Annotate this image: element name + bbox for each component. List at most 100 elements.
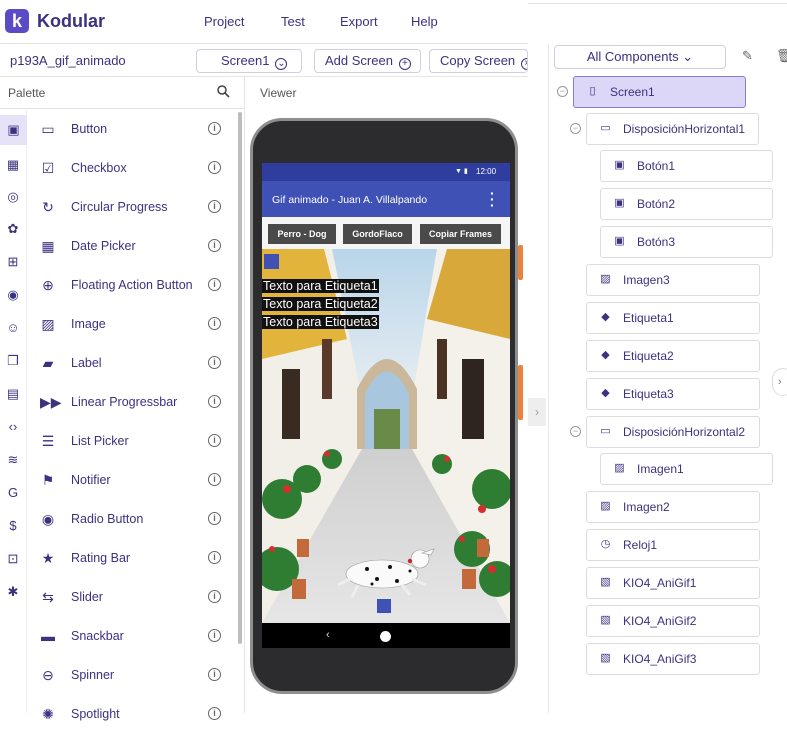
palette-item-image[interactable]: ▨ Image i	[28, 305, 238, 344]
phone-button-3[interactable]: Copiar Frames	[420, 224, 501, 244]
tree-node-reloj1[interactable]: ◷ Reloj1	[586, 529, 760, 561]
palette-item-label: Label	[71, 356, 102, 370]
tree-node-disposiciónhorizontal1[interactable]: ▭ DisposiciónHorizontal1	[586, 113, 759, 145]
palette-item-slider[interactable]: ⇆ Slider i	[28, 578, 238, 617]
category-google-icon[interactable]: G	[4, 484, 22, 502]
tree-node-etiqueta1[interactable]: ◆ Etiqueta1	[586, 302, 760, 334]
overflow-menu-icon[interactable]: · · ·	[490, 186, 495, 212]
collapse-toggle-icon[interactable]: −	[570, 426, 581, 437]
category-media-icon[interactable]: ◎	[4, 188, 22, 206]
menu-help[interactable]: Help	[411, 14, 438, 29]
tree-node-kio4_anigif3[interactable]: ▧ KIO4_AniGif3	[586, 643, 760, 675]
label-etiqueta3[interactable]: Texto para Etiqueta3	[262, 315, 379, 329]
info-icon[interactable]: i	[208, 434, 221, 447]
palette-item-radio-button[interactable]: ◉ Radio Button i	[28, 500, 238, 539]
tree-node-screen1[interactable]: ▯ Screen1	[573, 76, 746, 108]
edit-pencil-icon[interactable]: ✎	[742, 48, 753, 64]
label-etiqueta2[interactable]: Texto para Etiqueta2	[262, 297, 379, 311]
category-sensors-icon[interactable]: ◉	[4, 286, 22, 304]
tree-node-etiqueta2[interactable]: ◆ Etiqueta2	[586, 340, 760, 372]
menu-test[interactable]: Test	[281, 14, 305, 29]
all-components-dropdown[interactable]: All Components ⌄	[554, 45, 726, 69]
tree-node-etiqueta3[interactable]: ◆ Etiqueta3	[586, 378, 760, 410]
info-icon[interactable]: i	[208, 512, 221, 525]
tree-node-imagen1[interactable]: ▨ Imagen1	[600, 453, 773, 485]
back-icon[interactable]: ‹	[326, 629, 330, 641]
category-social-icon[interactable]: ☺	[4, 319, 22, 337]
expand-right-chevron-icon[interactable]: ›	[772, 368, 787, 396]
category-layout-icon[interactable]: ▦	[4, 156, 22, 174]
palette-item-rating-bar[interactable]: ★ Rating Bar i	[28, 539, 238, 578]
tree-node-kio4_anigif2[interactable]: ▧ KIO4_AniGif2	[586, 605, 760, 637]
info-icon[interactable]: i	[208, 356, 221, 369]
palette-item-spotlight[interactable]: ✺ Spotlight i	[28, 695, 238, 734]
info-icon[interactable]: i	[208, 551, 221, 564]
component-type-icon: ▧	[600, 652, 611, 664]
info-icon[interactable]: i	[208, 161, 221, 174]
phone-app-title: Gif animado - Juan A. Villalpando	[272, 194, 428, 206]
tree-node-disposiciónhorizontal2[interactable]: ▭ DisposiciónHorizontal2	[586, 416, 760, 448]
screen-select[interactable]: Screen1 ⌄	[196, 49, 302, 73]
category-connectivity-icon[interactable]: ≋	[4, 451, 22, 469]
info-icon[interactable]: i	[208, 122, 221, 135]
palette-item-label[interactable]: ▰ Label i	[28, 344, 238, 383]
phone-button-1[interactable]: Perro - Dog	[268, 224, 336, 244]
spinner-icon: ⊖	[42, 667, 54, 683]
palette-item-list-picker[interactable]: ☰ List Picker i	[28, 422, 238, 461]
collapse-toggle-icon[interactable]: −	[557, 86, 568, 97]
info-icon[interactable]: i	[208, 668, 221, 681]
tree-node-botón2[interactable]: ▣ Botón2	[600, 188, 773, 220]
category-extras-icon[interactable]: ⊡	[4, 550, 22, 568]
label-etiqueta1[interactable]: Texto para Etiqueta1	[262, 279, 379, 293]
category-maps-icon[interactable]: ⊞	[4, 253, 22, 271]
palette-item-circular-progress[interactable]: ↻ Circular Progress i	[28, 188, 238, 227]
copy-screen-button[interactable]: Copy Screen ×	[429, 49, 528, 73]
palette-item-floating-action-button[interactable]: ⊕ Floating Action Button i	[28, 266, 238, 305]
tree-node-imagen3[interactable]: ▨ Imagen3	[586, 264, 760, 296]
palette-item-linear-progressbar[interactable]: ▶▶ Linear Progressbar i	[28, 383, 238, 422]
info-icon[interactable]: i	[208, 473, 221, 486]
palette-item-notifier[interactable]: ⚑ Notifier i	[28, 461, 238, 500]
info-icon[interactable]: i	[208, 278, 221, 291]
palette-item-button[interactable]: ▭ Button i	[28, 110, 238, 149]
info-icon[interactable]: i	[208, 317, 221, 330]
category-drawing-icon[interactable]: ✿	[4, 220, 22, 238]
tree-node-botón1[interactable]: ▣ Botón1	[600, 150, 773, 182]
kodular-logo-icon[interactable]: k	[5, 9, 29, 33]
palette-item-label: Date Picker	[71, 239, 136, 253]
category-extensions-icon[interactable]: ✱	[4, 583, 22, 601]
category-storage-icon[interactable]: ❐	[4, 352, 22, 370]
info-icon[interactable]: i	[208, 590, 221, 603]
info-icon[interactable]: i	[208, 395, 221, 408]
info-icon[interactable]: i	[208, 200, 221, 213]
info-icon[interactable]: i	[208, 239, 221, 252]
palette-item-checkbox[interactable]: ☑ Checkbox i	[28, 149, 238, 188]
add-screen-button[interactable]: Add Screen +	[314, 49, 421, 73]
palette-item-date-picker[interactable]: ▦ Date Picker i	[28, 227, 238, 266]
palette-item-label: Radio Button	[71, 512, 144, 526]
phone-screen[interactable]: ▼ ▮ 12:00 Gif animado - Juan A. Villalpa…	[262, 163, 510, 626]
phone-button-2[interactable]: GordoFlaco	[343, 224, 412, 244]
tree-node-label: Botón1	[637, 159, 676, 173]
palette-item-label: Rating Bar	[71, 551, 131, 565]
menu-export[interactable]: Export	[340, 14, 378, 29]
category-utilities-icon[interactable]: ▤	[4, 385, 22, 403]
collapse-panel-chevron-icon[interactable]: ›	[528, 398, 546, 426]
category-user-interface-icon[interactable]: ▣	[0, 115, 27, 145]
search-icon[interactable]	[217, 85, 230, 98]
tree-node-botón3[interactable]: ▣ Botón3	[600, 226, 773, 258]
palette-item-spinner[interactable]: ⊖ Spinner i	[28, 656, 238, 695]
delete-trash-icon[interactable]: 🗑	[776, 48, 787, 64]
palette-item-snackbar[interactable]: ▬ Snackbar i	[28, 617, 238, 656]
info-icon[interactable]: i	[208, 707, 221, 720]
home-icon[interactable]	[380, 631, 391, 642]
collapse-toggle-icon[interactable]: −	[570, 123, 581, 134]
info-icon[interactable]: i	[208, 629, 221, 642]
palette-scrollbar[interactable]	[238, 112, 242, 644]
category-code-icon[interactable]: ‹›	[4, 418, 22, 436]
menu-project[interactable]: Project	[204, 14, 244, 29]
category-monetization-icon[interactable]: $	[4, 517, 22, 535]
tree-node-kio4_anigif1[interactable]: ▧ KIO4_AniGif1	[586, 567, 760, 599]
tree-node-imagen2[interactable]: ▨ Imagen2	[586, 491, 760, 523]
palette-item-label: List Picker	[71, 434, 129, 448]
